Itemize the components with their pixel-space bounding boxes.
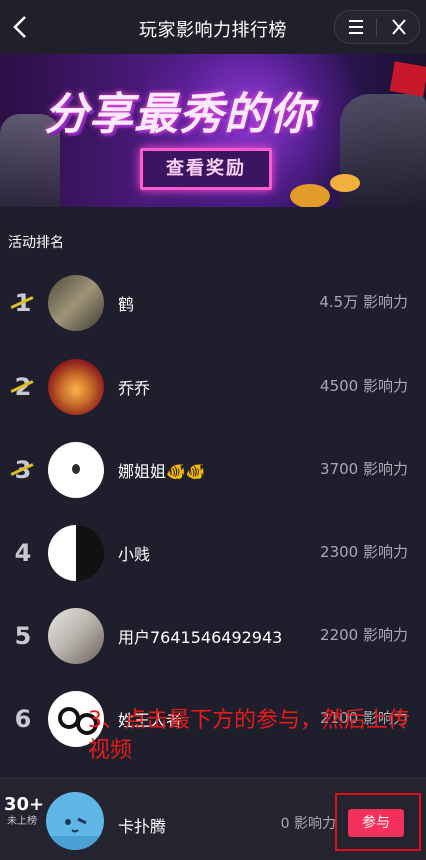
ranking-row[interactable]: 4 小贱 2300 影响力 [0,511,426,595]
influence-score: 3700 影响力 [320,460,408,478]
player-name: 娜姐姐🐠🐠 [118,462,206,481]
coin-icon [290,184,330,207]
view-rewards-button[interactable]: 查看奖励 [140,148,272,190]
close-icon[interactable] [387,17,411,37]
red-envelope-icon [389,61,426,97]
avatar[interactable] [48,608,104,664]
rank-number: 4 [14,539,32,567]
avatar-figure [72,464,80,474]
rank-number: 2 [8,367,38,407]
cat-face-icon [46,806,104,850]
section-title: 活动排名 [8,235,64,251]
promo-banner[interactable]: 分享最秀的你 查看奖励 [0,54,426,207]
my-rank-value: 30+ [4,794,45,815]
influence-score: 2300 影响力 [320,543,408,561]
rank-number: 3 [8,450,38,490]
influence-score: 4.5万 影响力 [319,293,408,311]
rank-number: 6 [14,705,32,733]
my-avatar[interactable] [46,792,104,850]
ranking-row[interactable]: 3 娜姐姐🐠🐠 3700 影响力 [0,428,426,512]
rank-number: 5 [14,622,32,650]
player-name: 乔乔 [118,379,151,398]
influence-score: 4500 影响力 [320,377,408,395]
player-name: 小贱 [118,545,151,564]
avatar[interactable] [48,525,104,581]
avatar[interactable] [48,359,104,415]
player-name: 鹤 [118,295,135,314]
ranking-row[interactable]: 2 乔乔 4500 影响力 [0,345,426,429]
top-bar: 玩家影响力排行榜 [0,0,426,54]
menu-icon[interactable] [343,17,369,37]
banner-headline: 分享最秀的你 [44,89,314,140]
view-rewards-label: 查看奖励 [166,158,246,179]
join-button[interactable]: 参与 [348,809,404,837]
avatar[interactable] [48,275,104,331]
ranking-row[interactable]: 5 用户7641546492943 2200 影响力 [0,594,426,678]
player-name: 用户7641546492943 [118,628,283,647]
my-influence-score: 0 影响力 [280,816,336,832]
coin-icon [330,174,360,192]
my-name: 卡扑腾 [118,817,167,836]
ranking-row[interactable]: 1 鹤 4.5万 影响力 [0,261,426,345]
my-rank: 30+ 未上榜 [4,794,45,829]
my-rank-note: 未上榜 [7,816,37,827]
rank-number: 1 [8,283,38,323]
mini-program-capsule [334,10,420,44]
avatar[interactable] [48,442,104,498]
instruction-annotation: 3、点击最下方的参与，然后上传视频 [88,708,410,763]
my-entry-bar: 30+ 未上榜 卡扑腾 0 影响力 参与 [0,778,426,860]
influence-score: 2200 影响力 [320,626,408,644]
capsule-divider [376,18,377,36]
